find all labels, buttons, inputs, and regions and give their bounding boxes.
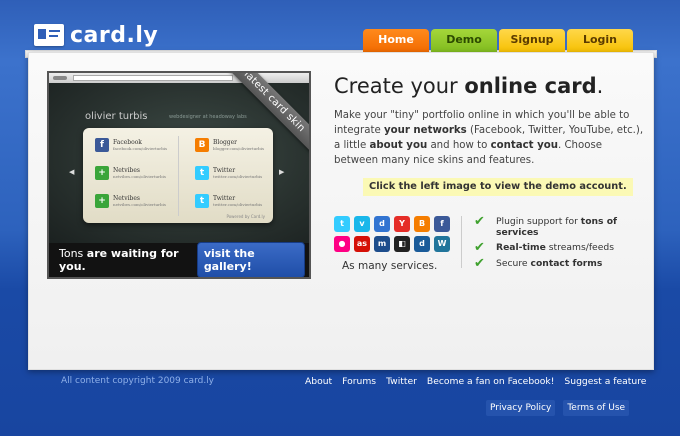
digg-icon: d (414, 236, 430, 252)
legal-links: Privacy Policy Terms of Use (486, 400, 630, 416)
network-item: + Netvibes netvibes.com/olivierturbis (95, 166, 166, 180)
checkmark-icon: ✔ (474, 214, 485, 229)
next-arrow-icon: ▶ (279, 168, 285, 176)
checkmark-icon: ✔ (474, 240, 485, 255)
footer-link[interactable]: Twitter (386, 376, 417, 387)
checkmark-icon: ✔ (474, 256, 485, 271)
facebook-icon: f (434, 216, 450, 232)
gallery-bar: Tons are waiting for you. visit the gall… (49, 242, 309, 277)
network-label: Facebook facebook.com/olivierturbis (113, 139, 168, 151)
profile-name: olivier turbis (85, 111, 148, 122)
youtube-icon: Y (394, 216, 410, 232)
network-label: Netvibes netvibes.com/olivierturbis (113, 167, 166, 179)
lastfm-icon: as (354, 236, 370, 252)
prev-arrow-icon: ◀ (69, 168, 75, 176)
demo-preview-image[interactable]: olivier turbis webdesigner at headoway l… (47, 71, 311, 279)
footer-link[interactable]: Become a fan on Facebook! (427, 376, 555, 387)
vimeo-icon: v (354, 216, 370, 232)
twitter-icon: t (334, 216, 350, 232)
card-icon (34, 24, 64, 46)
footer-link[interactable]: About (305, 376, 332, 387)
legal-link[interactable]: Terms of Use (563, 400, 630, 416)
netvibes-icon: + (95, 166, 109, 180)
page-title: Create your online card. (334, 74, 604, 98)
feature-item: ✔ Plugin support for tons of services (474, 214, 626, 238)
feature-item: ✔ Real-time streams/feeds (474, 240, 626, 255)
facebook-icon: f (95, 138, 109, 152)
services-icons: t v d Y Bf ● as m ◧ d W (334, 216, 450, 252)
blogger-icon: B (414, 216, 430, 232)
brand-name: card.ly (70, 22, 159, 48)
network-item: f Facebook facebook.com/olivierturbis (95, 138, 167, 152)
browser-bar (49, 73, 309, 83)
feature-text: Plugin support for tons of services (496, 216, 618, 238)
network-label: Twitter twitter.com/olivierturbis (213, 167, 263, 179)
delicious-icon: ◧ (394, 236, 410, 252)
services-caption: As many services. (342, 260, 438, 272)
netvibes-icon: + (95, 194, 109, 208)
main-nav: Home Demo Signup Login (363, 29, 633, 53)
feature-text: Real-time streams/feeds (496, 242, 614, 253)
tab-signup[interactable]: Signup (499, 29, 565, 53)
feature-item: ✔ Secure contact forms (474, 256, 626, 271)
intro-text: Make your "tiny" portfolio online in whi… (334, 110, 644, 166)
network-label: Netvibes netvibes.com/olivierturbis (113, 195, 166, 207)
features-list: ✔ Plugin support for tons of services ✔ Rea… (474, 214, 626, 274)
divider (461, 216, 462, 268)
myspace-icon: m (374, 236, 390, 252)
profile-card: f Facebook facebook.com/olivierturbis B Blog… (83, 128, 273, 223)
brand-logo[interactable]: card.ly (34, 22, 158, 48)
tab-login[interactable]: Login (567, 29, 633, 53)
network-item: t Twitter twitter.com/olivierturbis (195, 166, 262, 180)
visit-gallery-button[interactable]: visit the gallery! (196, 242, 305, 277)
network-label: Blogger blogger.com/olivierturbis (213, 139, 265, 151)
delicious-icon: d (374, 216, 390, 232)
profile-subtitle: webdesigner at headoway labs (169, 114, 247, 120)
wordpress-icon: W (434, 236, 450, 252)
powered-by: Powered by Card.ly (226, 214, 265, 219)
twitter-icon: t (195, 194, 209, 208)
footer-links: About Forums Twitter Become a fan on Facebo… (305, 376, 646, 387)
network-item: + Netvibes netvibes.com/olivierturbis (95, 194, 166, 208)
tab-demo[interactable]: Demo (431, 29, 497, 53)
footer-link[interactable]: Forums (342, 376, 376, 387)
network-item: B Blogger blogger.com/olivierturbis (195, 138, 264, 152)
legal-link[interactable]: Privacy Policy (486, 400, 556, 416)
network-item: t Twitter twitter.com/olivierturbis (195, 194, 262, 208)
network-label: Twitter twitter.com/olivierturbis (213, 195, 263, 207)
twitter-icon: t (195, 166, 209, 180)
feature-text: Secure contact forms (496, 258, 603, 269)
copyright: All content copyright 2009 card.ly (61, 376, 215, 386)
demo-hint: Click the left image to view the demo ac… (363, 178, 633, 196)
footer-link[interactable]: Suggest a feature (564, 376, 646, 387)
blogger-icon: B (195, 138, 209, 152)
gallery-tagline: Tons are waiting for you. (59, 247, 179, 273)
tab-home[interactable]: Home (363, 29, 429, 53)
flickr-icon: ● (334, 236, 350, 252)
